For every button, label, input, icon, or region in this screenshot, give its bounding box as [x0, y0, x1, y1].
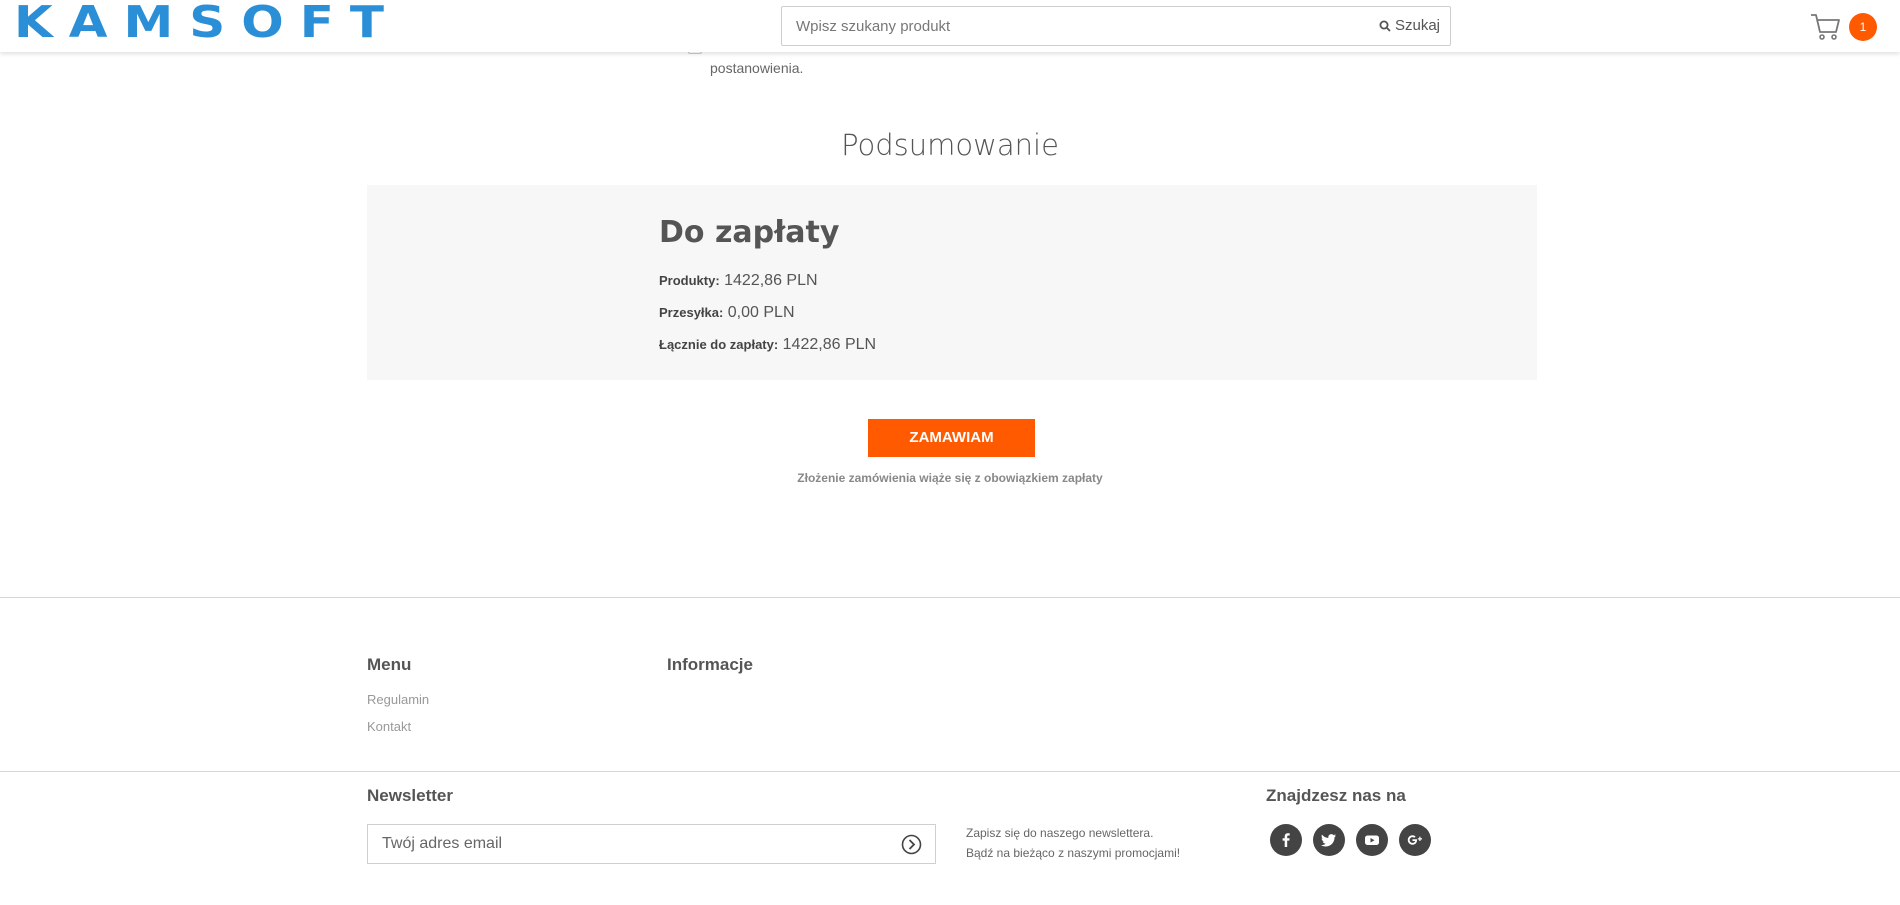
newsletter-email-input[interactable]	[382, 825, 882, 863]
site-header: KAMSOFT Szukaj 1	[0, 0, 1900, 52]
footer-link-regulamin[interactable]: Regulamin	[367, 692, 429, 707]
summary-heading: Podsumowanie	[841, 128, 1059, 162]
footer-menu-heading: Menu	[367, 655, 412, 674]
summary-row-shipping: Przesyłka: 0,00 PLN	[659, 304, 795, 322]
footer-link-kontakt[interactable]: Kontakt	[367, 719, 411, 734]
newsletter-text-line1: Zapisz się do naszego newslettera.	[966, 826, 1154, 840]
footer-divider	[0, 771, 1900, 772]
summary-row-value: 0,00 PLN	[727, 304, 795, 321]
summary-row-products: Produkty: 1422,86 PLN	[659, 272, 818, 290]
kamsoft-logo[interactable]: KAMSOFT	[14, 0, 400, 44]
footer-info-heading: Informacje	[667, 655, 753, 674]
summary-row-label: Przesyłka:	[659, 305, 724, 320]
twitter-icon[interactable]	[1313, 824, 1345, 856]
cart-count-badge[interactable]: 1	[1849, 13, 1877, 41]
search-button[interactable]: Szukaj	[1379, 7, 1440, 45]
amount-due-title: Do zapłaty	[659, 215, 840, 250]
search-icon	[1379, 20, 1391, 32]
summary-row-label: Łącznie do zapłaty:	[659, 337, 779, 352]
summary-row-total: Łącznie do zapłaty: 1422,86 PLN	[659, 336, 876, 354]
search-bar: Szukaj	[781, 6, 1451, 46]
social-heading: Znajdzesz nas na	[1266, 786, 1406, 805]
footer-divider	[0, 597, 1900, 598]
arrow-right-circle-icon[interactable]	[901, 834, 922, 855]
cart-icon[interactable]	[1810, 12, 1842, 42]
facebook-icon[interactable]	[1270, 824, 1302, 856]
search-button-label: Szukaj	[1394, 17, 1440, 34]
summary-row-value: 1422,86 PLN	[724, 272, 818, 289]
newsletter-text-line2: Bądź na bieżąco z naszymi promocjami!	[966, 846, 1181, 860]
youtube-icon[interactable]	[1356, 824, 1388, 856]
newsletter-form	[367, 824, 936, 864]
google-plus-icon[interactable]	[1399, 824, 1431, 856]
newsletter-heading: Newsletter	[367, 786, 453, 805]
order-obligation-note: Złożenie zamówienia wiąże się z obowiązk…	[797, 471, 1103, 485]
search-input[interactable]	[796, 7, 1356, 45]
terms-text-remnant: postanowienia.	[710, 60, 804, 76]
summary-row-value: 1422,86 PLN	[782, 336, 877, 353]
summary-panel	[367, 185, 1537, 380]
summary-row-label: Produkty:	[659, 273, 720, 288]
place-order-button[interactable]: ZAMAWIAM	[868, 419, 1035, 457]
